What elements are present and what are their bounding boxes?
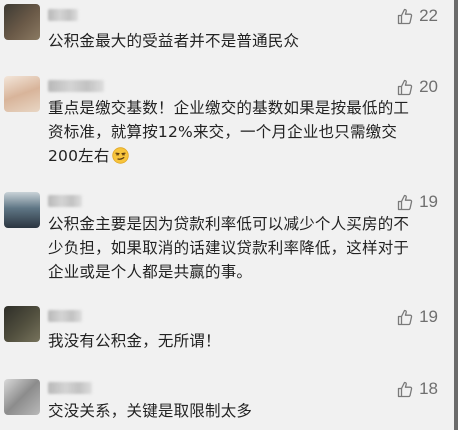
comment-text-segment: 200左右: [48, 147, 110, 165]
like-count: 19: [419, 307, 438, 326]
like-count: 22: [419, 6, 438, 25]
username-blurred[interactable]: [48, 195, 82, 207]
comment-text-line: 企业或是个人都是共赢的事。: [48, 263, 253, 281]
smirk-face-icon: [111, 147, 129, 171]
comment-text-line: 资标准，就算按12%来交，一个月企业也只需缴交: [48, 123, 398, 141]
comment-text-line: 交没关系，关键是取限制太多: [48, 402, 253, 420]
avatar[interactable]: [4, 306, 40, 342]
comment-item: 22 公积金最大的受益者并不是普通民众: [0, 0, 454, 74]
comment-text-line: 公积金主要是因为贷款利率低可以减少个人买房的不: [48, 215, 410, 233]
comment-text-line: 200左右: [48, 144, 434, 171]
like-count: 19: [419, 192, 438, 211]
like-count: 20: [419, 77, 438, 96]
comment-item: 19 我没有公积金，无所谓！: [0, 296, 454, 368]
thumbs-up-icon: [397, 79, 413, 96]
comment-item: 18 交没关系，关键是取限制太多: [0, 368, 454, 430]
avatar[interactable]: [4, 192, 40, 228]
username-blurred[interactable]: [48, 80, 104, 92]
scrollbar-edge: [454, 0, 458, 430]
like-button[interactable]: 19: [397, 191, 438, 213]
avatar[interactable]: [4, 4, 40, 40]
comment-text: 公积金主要是因为贷款利率低可以减少个人买房的不 少负担，如果取消的话建议贷款利率…: [48, 212, 434, 284]
avatar[interactable]: [4, 379, 40, 415]
like-button[interactable]: 19: [397, 306, 438, 328]
comment-text: 公积金最大的受益者并不是普通民众: [48, 29, 434, 53]
comment-item: 19 公积金主要是因为贷款利率低可以减少个人买房的不 少负担，如果取消的话建议贷…: [0, 178, 454, 296]
comment-text-line: 少负担，如果取消的话建议贷款利率降低，这样对于: [48, 239, 410, 257]
comment-text-line: 公积金最大的受益者并不是普通民众: [48, 32, 300, 50]
like-button[interactable]: 22: [397, 5, 438, 27]
username-blurred[interactable]: [48, 310, 82, 322]
username-blurred[interactable]: [48, 9, 78, 21]
comment-text-line: 我没有公积金，无所谓！: [48, 332, 221, 350]
thumbs-up-icon: [397, 309, 413, 326]
comment-text-line: 重点是缴交基数！企业缴交的基数如果是按最低的工: [48, 99, 410, 117]
thumbs-up-icon: [397, 8, 413, 25]
comment-text: 重点是缴交基数！企业缴交的基数如果是按最低的工 资标准，就算按12%来交，一个月…: [48, 96, 434, 171]
comment-text: 交没关系，关键是取限制太多: [48, 399, 434, 423]
like-button[interactable]: 20: [397, 76, 438, 98]
comment-item: 20 重点是缴交基数！企业缴交的基数如果是按最低的工 资标准，就算按12%来交，…: [0, 74, 454, 178]
thumbs-up-icon: [397, 381, 413, 398]
like-button[interactable]: 18: [397, 378, 438, 400]
like-count: 18: [419, 379, 438, 398]
thumbs-up-icon: [397, 194, 413, 211]
comment-text: 我没有公积金，无所谓！: [48, 329, 434, 353]
avatar[interactable]: [4, 76, 40, 112]
username-blurred[interactable]: [48, 382, 92, 394]
